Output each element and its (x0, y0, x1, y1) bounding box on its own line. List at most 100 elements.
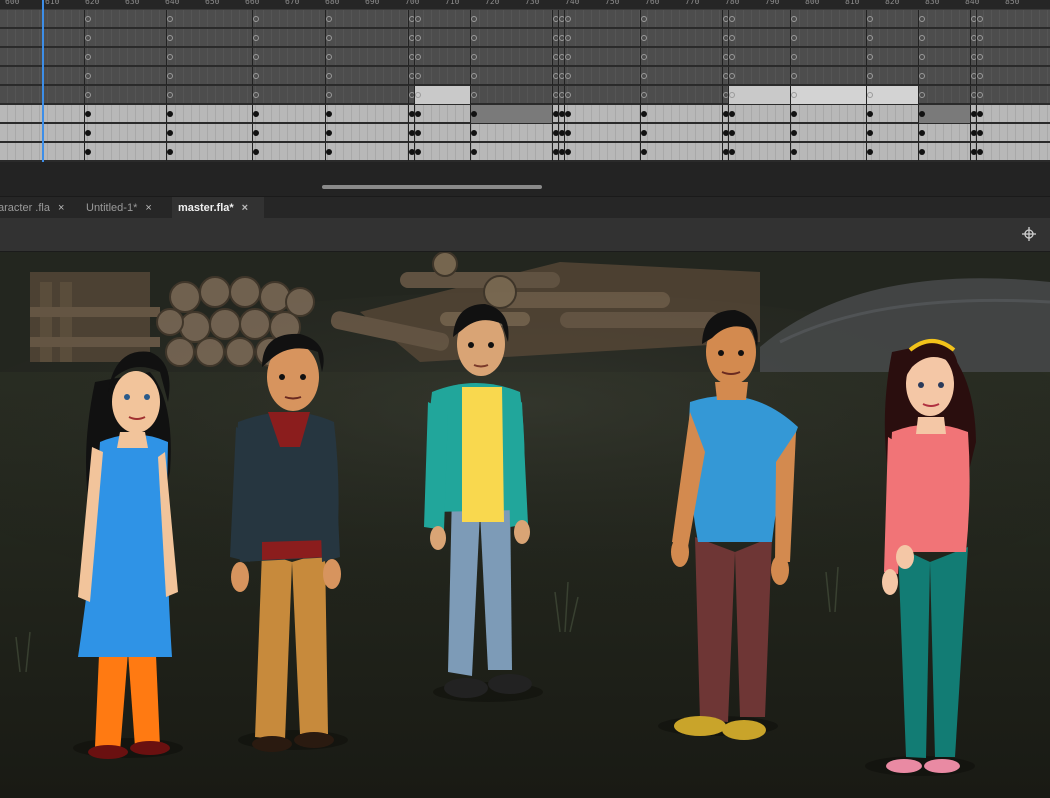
keyframe[interactable] (415, 16, 421, 22)
keyframe[interactable] (565, 149, 571, 155)
keyframe[interactable] (326, 16, 332, 22)
keyframe[interactable] (253, 92, 259, 98)
keyframe[interactable] (471, 130, 477, 136)
keyframe[interactable] (85, 73, 91, 79)
keyframe[interactable] (791, 92, 797, 98)
keyframe[interactable] (471, 111, 477, 117)
keyframe[interactable] (867, 111, 873, 117)
tween-span[interactable] (790, 86, 918, 104)
keyframe[interactable] (253, 149, 259, 155)
keyframe[interactable] (326, 149, 332, 155)
keyframe[interactable] (791, 16, 797, 22)
keyframe[interactable] (415, 92, 421, 98)
keyframe[interactable] (85, 54, 91, 60)
keyframe[interactable] (85, 111, 91, 117)
keyframe[interactable] (326, 111, 332, 117)
keyframe[interactable] (867, 73, 873, 79)
keyframe[interactable] (977, 35, 983, 41)
keyframe[interactable] (641, 149, 647, 155)
keyframe[interactable] (729, 54, 735, 60)
keyframe[interactable] (565, 73, 571, 79)
keyframe[interactable] (977, 130, 983, 136)
keyframe[interactable] (641, 111, 647, 117)
keyframe[interactable] (167, 16, 173, 22)
crosshair-icon[interactable] (1022, 227, 1036, 241)
keyframe[interactable] (565, 130, 571, 136)
keyframe[interactable] (791, 130, 797, 136)
keyframe[interactable] (919, 92, 925, 98)
keyframe[interactable] (977, 54, 983, 60)
tween-span[interactable] (728, 86, 790, 104)
keyframe[interactable] (471, 73, 477, 79)
keyframe[interactable] (729, 16, 735, 22)
keyframe[interactable] (471, 54, 477, 60)
frame-ruler[interactable]: 600 610 620 630 640 650 660 670 680 690 700 710 720 7… (0, 0, 1050, 10)
timeline-layer-row[interactable] (0, 105, 1050, 123)
timeline-tracks[interactable] (0, 10, 1050, 162)
keyframe[interactable] (167, 111, 173, 117)
keyframe[interactable] (791, 54, 797, 60)
tab-master-fla[interactable]: master.fla* × (172, 197, 264, 219)
timeline-layer-row[interactable] (0, 48, 1050, 66)
keyframe[interactable] (729, 35, 735, 41)
keyframe[interactable] (85, 130, 91, 136)
keyframe[interactable] (415, 73, 421, 79)
keyframe[interactable] (253, 130, 259, 136)
keyframe[interactable] (471, 35, 477, 41)
timeline-layer-row[interactable] (0, 143, 1050, 161)
close-icon[interactable]: × (145, 202, 151, 214)
keyframe[interactable] (641, 54, 647, 60)
keyframe[interactable] (977, 111, 983, 117)
keyframe[interactable] (729, 149, 735, 155)
keyframe[interactable] (919, 35, 925, 41)
keyframe[interactable] (471, 16, 477, 22)
keyframe[interactable] (253, 111, 259, 117)
keyframe[interactable] (867, 149, 873, 155)
keyframe[interactable] (565, 35, 571, 41)
keyframe[interactable] (253, 73, 259, 79)
keyframe[interactable] (565, 92, 571, 98)
keyframe[interactable] (867, 130, 873, 136)
timeline-layer-row[interactable] (0, 67, 1050, 85)
keyframe[interactable] (85, 149, 91, 155)
keyframe[interactable] (641, 73, 647, 79)
keyframe[interactable] (641, 92, 647, 98)
keyframe[interactable] (415, 130, 421, 136)
keyframe[interactable] (729, 130, 735, 136)
keyframe[interactable] (867, 54, 873, 60)
playhead[interactable] (42, 0, 44, 178)
keyframe[interactable] (565, 111, 571, 117)
keyframe[interactable] (791, 73, 797, 79)
keyframe[interactable] (253, 54, 259, 60)
keyframe[interactable] (729, 92, 735, 98)
keyframe[interactable] (167, 35, 173, 41)
timeline-layer-row[interactable] (0, 29, 1050, 47)
keyframe[interactable] (641, 16, 647, 22)
keyframe[interactable] (167, 130, 173, 136)
keyframe[interactable] (867, 92, 873, 98)
keyframe[interactable] (919, 54, 925, 60)
tween-span[interactable] (470, 105, 552, 123)
stage-canvas[interactable] (0, 252, 1050, 798)
keyframe[interactable] (641, 130, 647, 136)
keyframe[interactable] (471, 149, 477, 155)
keyframe[interactable] (415, 149, 421, 155)
keyframe[interactable] (167, 92, 173, 98)
tween-span[interactable] (414, 86, 470, 104)
keyframe[interactable] (471, 92, 477, 98)
keyframe[interactable] (85, 92, 91, 98)
keyframe[interactable] (253, 35, 259, 41)
keyframe[interactable] (85, 35, 91, 41)
keyframe[interactable] (167, 149, 173, 155)
keyframe[interactable] (415, 54, 421, 60)
keyframe[interactable] (565, 16, 571, 22)
keyframe[interactable] (326, 130, 332, 136)
keyframe[interactable] (415, 35, 421, 41)
keyframe[interactable] (326, 73, 332, 79)
keyframe[interactable] (326, 35, 332, 41)
keyframe[interactable] (641, 35, 647, 41)
keyframe[interactable] (253, 16, 259, 22)
keyframe[interactable] (919, 149, 925, 155)
keyframe[interactable] (729, 73, 735, 79)
keyframe[interactable] (565, 54, 571, 60)
